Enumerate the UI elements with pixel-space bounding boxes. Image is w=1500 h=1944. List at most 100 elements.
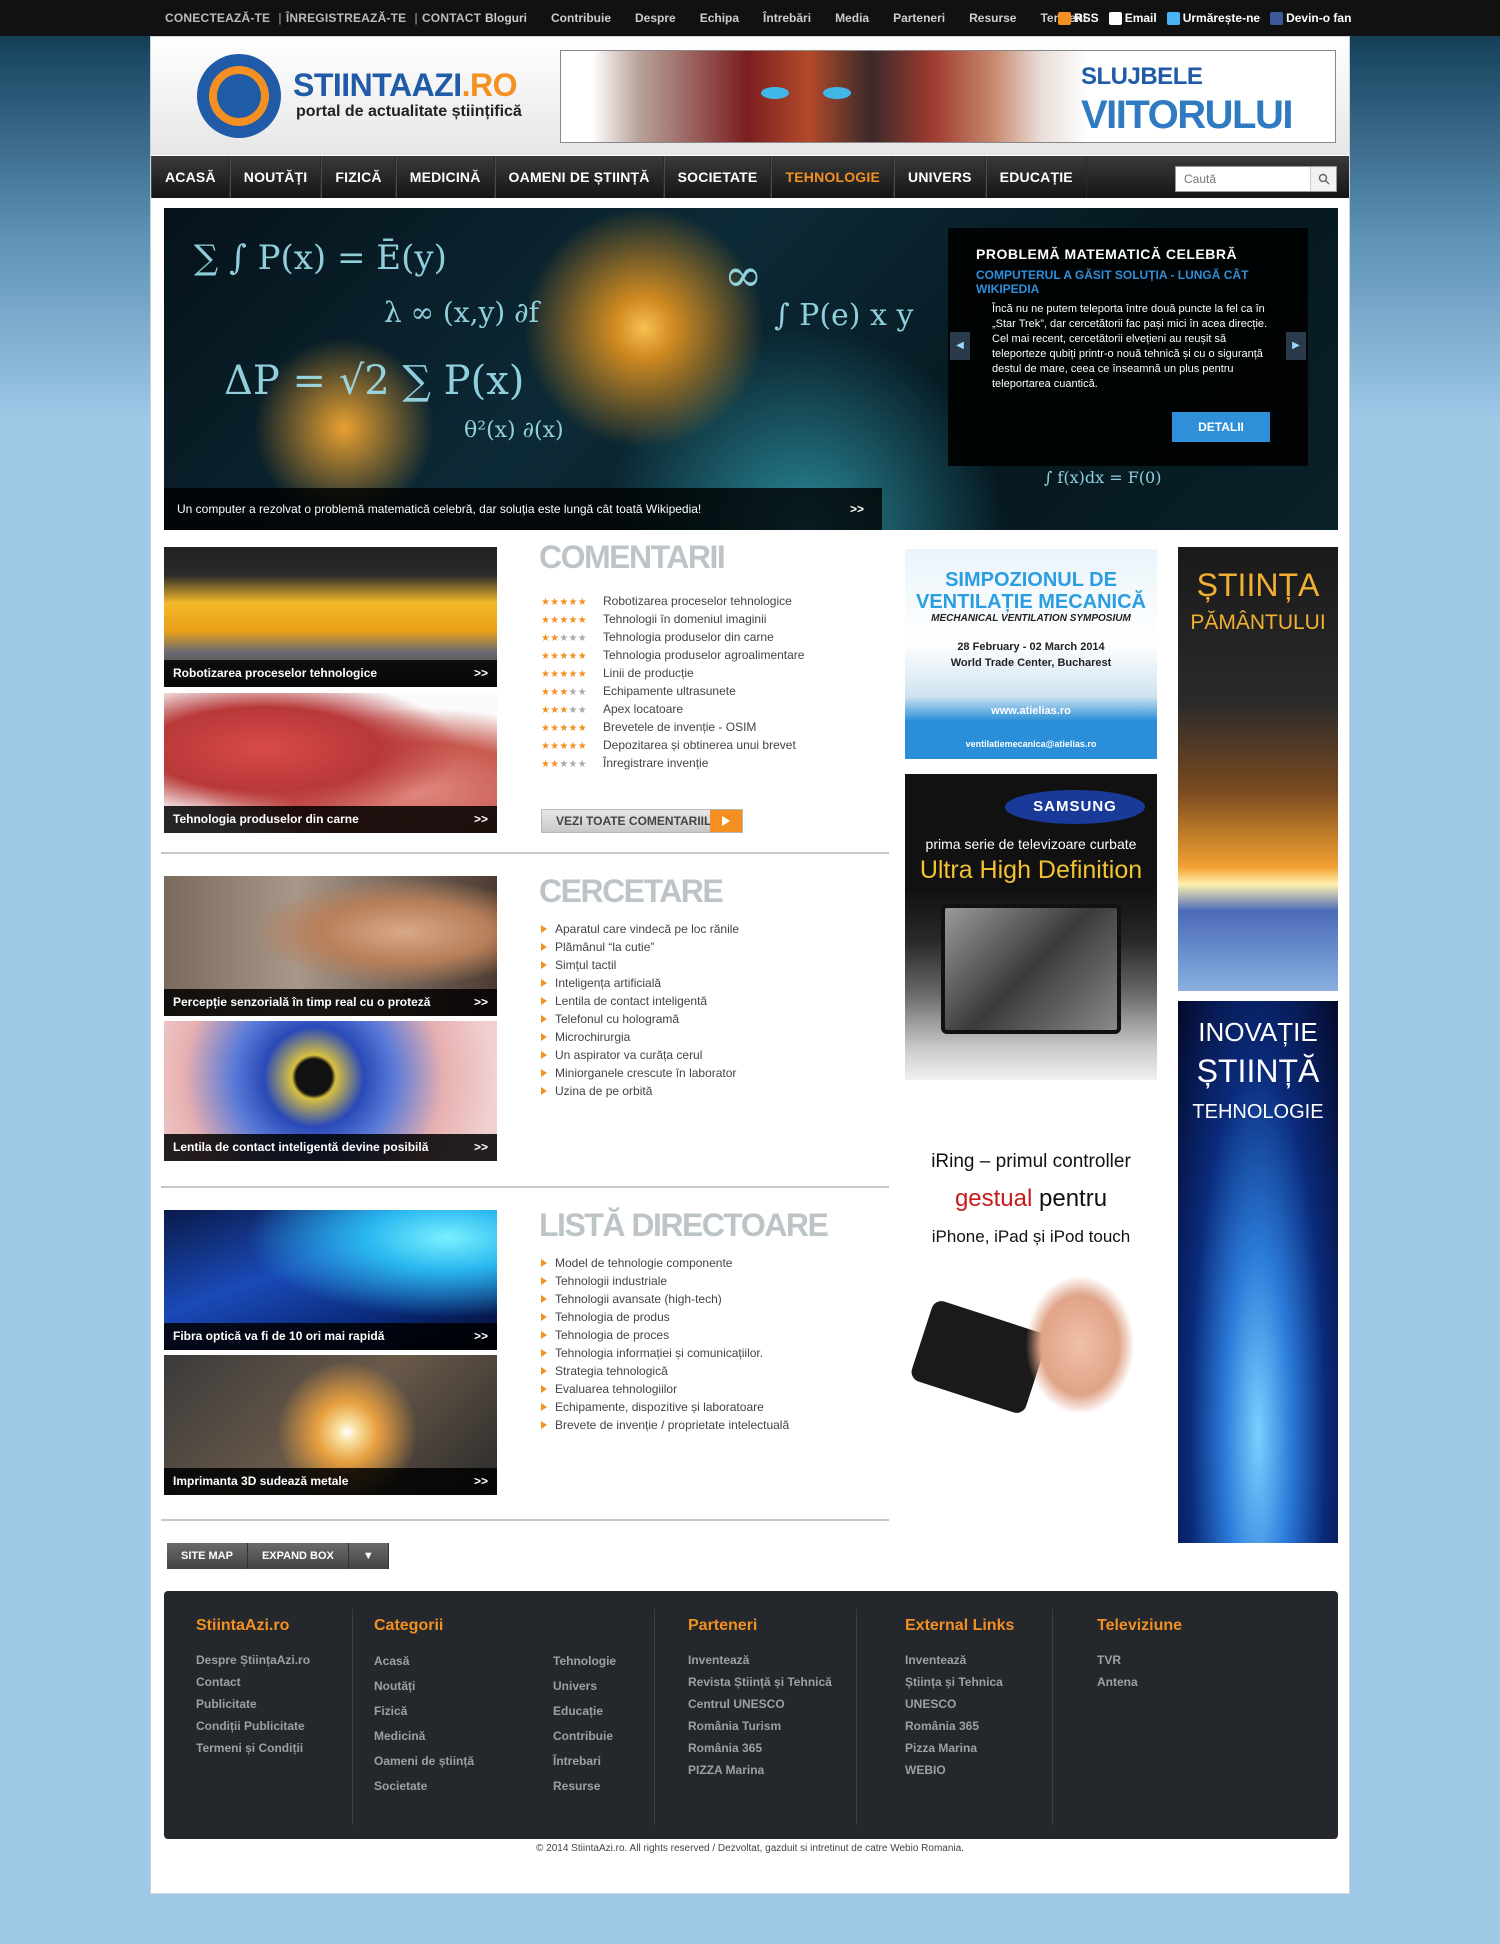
footer-link[interactable]: Condiții Publicitate xyxy=(196,1715,310,1737)
footer-link[interactable]: Fizică xyxy=(374,1699,474,1724)
logo-icon[interactable] xyxy=(197,54,281,138)
facebook-link[interactable]: Devin-o fan xyxy=(1270,11,1351,25)
search-button[interactable] xyxy=(1310,167,1336,191)
footer-link[interactable]: Noutăți xyxy=(374,1674,474,1699)
slide-caption[interactable]: Un computer a rezolvat o problemă matema… xyxy=(164,488,882,530)
footer-link[interactable]: Despre ȘtiințaAzi.ro xyxy=(196,1649,310,1671)
footer-link[interactable]: Antena xyxy=(1097,1671,1182,1693)
footer-link[interactable]: România Turism xyxy=(688,1715,832,1737)
list-item[interactable]: Tehnologia de produs xyxy=(541,1308,789,1326)
nav-univers[interactable]: UNIVERS xyxy=(894,156,986,198)
list-item[interactable]: Simțul tactil xyxy=(541,956,739,974)
comment-item[interactable]: ★★★★★ Tehnologia produselor agroalimentar… xyxy=(541,646,804,664)
list-item[interactable]: Aparatul care vindecă pe loc rănile xyxy=(541,920,739,938)
list-item[interactable]: Uzina de pe orbită xyxy=(541,1082,739,1100)
comment-item[interactable]: ★★★★★ Tehnologii în domeniul imaginii xyxy=(541,610,804,628)
list-item[interactable]: Tehnologia informației și comunicațiilor… xyxy=(541,1344,789,1362)
nav-acasa[interactable]: ACASĂ xyxy=(151,156,230,198)
list-item[interactable]: Brevete de invenție / proprietate intele… xyxy=(541,1416,789,1434)
ad-stiinta-pamantului[interactable]: ȘTIINȚA PĂMÂNTULUI xyxy=(1178,547,1338,991)
footer-link[interactable]: Univers xyxy=(553,1674,616,1699)
news-tile[interactable]: Lentila de contact inteligentă devine po… xyxy=(164,1021,497,1161)
footer-link[interactable]: PIZZA Marina xyxy=(688,1759,832,1781)
list-item[interactable]: Microchirurgia xyxy=(541,1028,739,1046)
list-item[interactable]: Evaluarea tehnologiilor xyxy=(541,1380,789,1398)
news-tile[interactable]: Imprimanta 3D sudează metale >> xyxy=(164,1355,497,1495)
topnav-echipa[interactable]: Echipa xyxy=(700,11,739,25)
sitemap-button[interactable]: SITE MAP xyxy=(167,1543,248,1569)
topnav-contribuie[interactable]: Contribuie xyxy=(551,11,611,25)
featured-slider[interactable]: ∑ ∫ P(x) = Ē(y) ΔP = √2 ∑ P(x) λ ∞ (x,y)… xyxy=(164,208,1338,530)
tile-arrow[interactable]: >> xyxy=(474,660,488,687)
news-tile[interactable]: Tehnologia produselor din carne >> xyxy=(164,693,497,833)
comment-item[interactable]: ★★★★★ Brevetele de invenție - OSIM xyxy=(541,718,804,736)
topnav-intrebari[interactable]: Întrebări xyxy=(763,11,811,25)
topnav-parteneri[interactable]: Parteneri xyxy=(893,11,945,25)
footer-link[interactable]: Medicină xyxy=(374,1724,474,1749)
comment-item[interactable]: ★★★★★ Tehnologia produselor din carne xyxy=(541,628,804,646)
details-button[interactable]: DETALII xyxy=(1172,412,1270,442)
footer-link[interactable]: TVR xyxy=(1097,1649,1182,1671)
footer-link[interactable]: Acasă xyxy=(374,1649,474,1674)
footer-link[interactable]: UNESCO xyxy=(905,1693,1014,1715)
list-item[interactable]: Model de tehnologie componente xyxy=(541,1254,789,1272)
contact-link[interactable]: CONTACT xyxy=(422,11,481,25)
comment-item[interactable]: ★★★★★ Înregistrare invenție xyxy=(541,754,804,772)
topnav-media[interactable]: Media xyxy=(835,11,869,25)
footer-link[interactable]: România 365 xyxy=(688,1737,832,1759)
footer-link[interactable]: România 365 xyxy=(905,1715,1014,1737)
footer-link[interactable]: Pizza Marina xyxy=(905,1737,1014,1759)
footer-link[interactable]: Termeni și Condiții xyxy=(196,1737,310,1759)
list-item[interactable]: Echipamente, dispozitive și laboratoare xyxy=(541,1398,789,1416)
footer-link[interactable]: Oameni de știință xyxy=(374,1749,474,1774)
ad-samsung[interactable]: SAMSUNG prima serie de televizoare curba… xyxy=(905,774,1157,1080)
topnav-resurse[interactable]: Resurse xyxy=(969,11,1016,25)
expand-box-button[interactable]: EXPAND BOX xyxy=(247,1543,349,1569)
rss-link[interactable]: RSS xyxy=(1058,11,1099,25)
top-ad-banner[interactable]: SLUJBELE VIITORULUI xyxy=(560,50,1336,143)
list-item[interactable]: Miniorganele crescute în laborator xyxy=(541,1064,739,1082)
slider-prev-button[interactable]: ◀ xyxy=(950,332,970,360)
list-item[interactable]: Un aspirator va curăța cerul xyxy=(541,1046,739,1064)
footer-link[interactable]: Resurse xyxy=(553,1774,616,1799)
footer-link[interactable]: Publicitate xyxy=(196,1693,310,1715)
topnav-bloguri[interactable]: Bloguri xyxy=(485,11,527,25)
nav-fizica[interactable]: FIZICĂ xyxy=(321,156,396,198)
footer-link[interactable]: WEBIO xyxy=(905,1759,1014,1781)
footer-link[interactable]: Contribuie xyxy=(553,1724,616,1749)
comment-item[interactable]: ★★★★★ Robotizarea proceselor tehnologice xyxy=(541,592,804,610)
slider-next-button[interactable]: ▶ xyxy=(1286,332,1306,360)
nav-tehnologie[interactable]: TEHNOLOGIE xyxy=(771,156,895,198)
footer-link[interactable]: Societate xyxy=(374,1774,474,1799)
list-item[interactable]: Inteligența artificială xyxy=(541,974,739,992)
login-link[interactable]: CONECTEAZĂ-TE xyxy=(165,11,270,25)
list-item[interactable]: Tehnologia de proces xyxy=(541,1326,789,1344)
twitter-link[interactable]: Urmărește-ne xyxy=(1166,11,1260,25)
footer-link[interactable]: Revista Știință și Tehnică xyxy=(688,1671,832,1693)
footer-link[interactable]: Întrebari xyxy=(553,1749,616,1774)
list-item[interactable]: Lentila de contact inteligentă xyxy=(541,992,739,1010)
news-tile[interactable]: Robotizarea proceselor tehnologice >> xyxy=(164,547,497,687)
search-input[interactable] xyxy=(1176,167,1310,191)
chevron-down-icon[interactable]: ▼ xyxy=(348,1543,389,1569)
footer-link[interactable]: Inventează xyxy=(688,1649,832,1671)
tile-arrow[interactable]: >> xyxy=(474,806,488,833)
caption-arrow[interactable]: >> xyxy=(850,488,864,530)
comment-item[interactable]: ★★★★★ Apex locatoare xyxy=(541,700,804,718)
nav-oameni[interactable]: OAMENI DE ȘTIINȚĂ xyxy=(494,156,664,198)
list-item[interactable]: Tehnologii avansate (high-tech) xyxy=(541,1290,789,1308)
tile-arrow[interactable]: >> xyxy=(474,1468,488,1495)
footer-link[interactable]: Știința și Tehnica xyxy=(905,1671,1014,1693)
site-logo[interactable]: STIINTAAZI.RO xyxy=(293,67,518,104)
comment-item[interactable]: ★★★★★ Linii de producție xyxy=(541,664,804,682)
nav-medicina[interactable]: MEDICINĂ xyxy=(395,156,495,198)
tile-arrow[interactable]: >> xyxy=(474,1323,488,1350)
register-link[interactable]: ÎNREGISTREAZĂ-TE xyxy=(286,11,407,25)
footer-link[interactable]: Inventează xyxy=(905,1649,1014,1671)
footer-link[interactable]: Centrul UNESCO xyxy=(688,1693,832,1715)
list-item[interactable]: Plămânul “la cutie” xyxy=(541,938,739,956)
list-item[interactable]: Telefonul cu hologramă xyxy=(541,1010,739,1028)
footer-link[interactable]: Contact xyxy=(196,1671,310,1693)
news-tile[interactable]: Fibra optică va fi de 10 ori mai rapidă >… xyxy=(164,1210,497,1350)
nav-educatie[interactable]: EDUCAȚIE xyxy=(985,156,1087,198)
